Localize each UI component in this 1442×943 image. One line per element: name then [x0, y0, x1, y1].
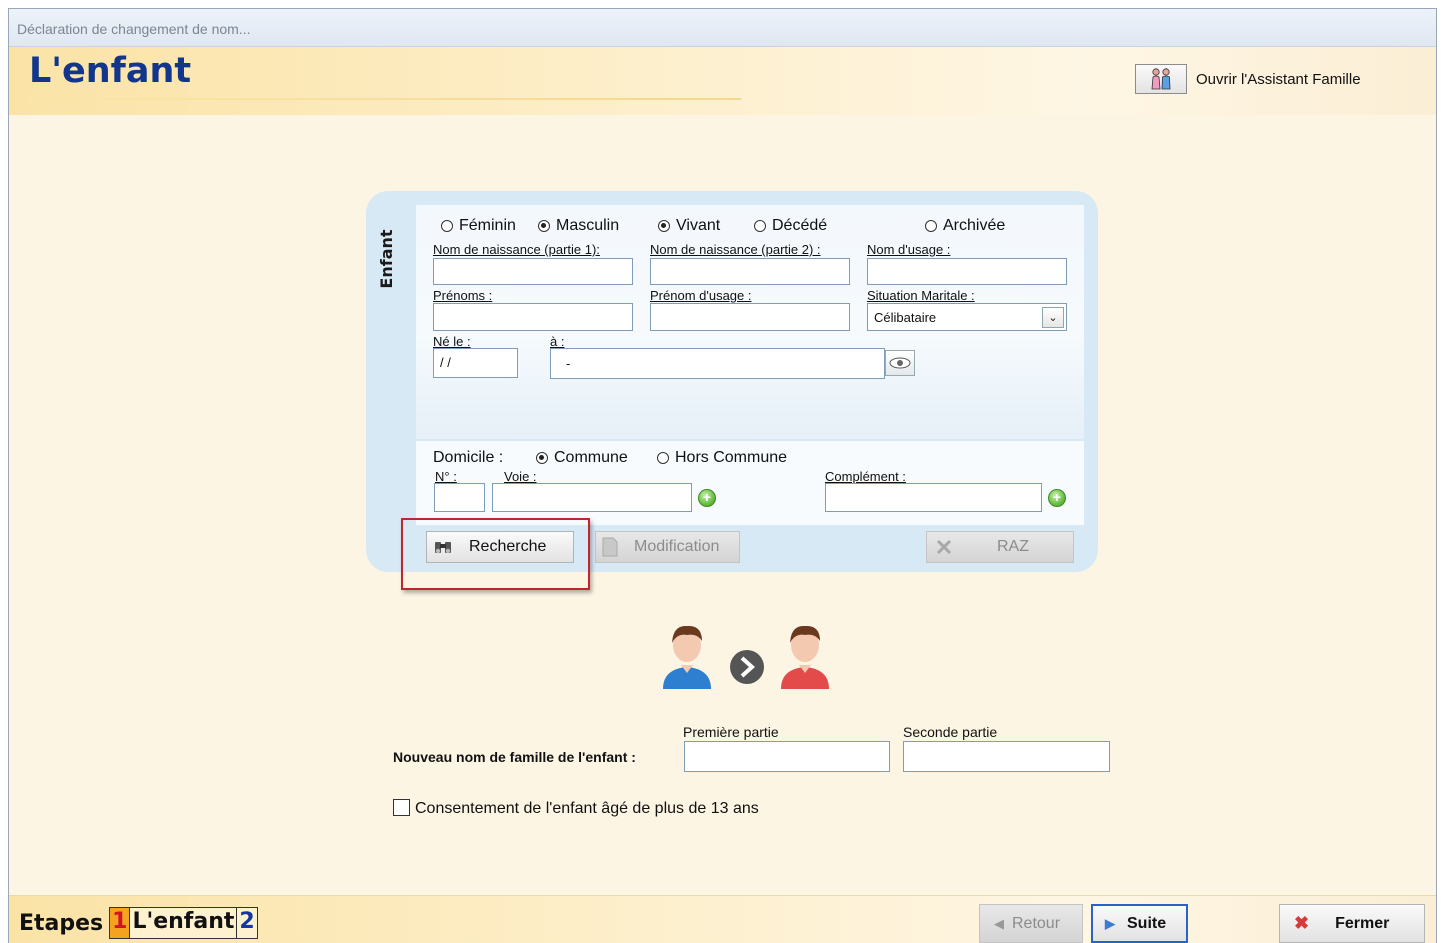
steps-indicator: Etapes 1 L'enfant 2	[19, 907, 258, 939]
radio-label: Masculin	[556, 217, 620, 234]
steps-label: Etapes	[19, 910, 104, 936]
situation-maritale-value: Célibataire	[874, 310, 937, 325]
step-current-name: L'enfant	[130, 907, 238, 939]
radio-label: Archivée	[943, 217, 1006, 234]
person-red-icon	[781, 625, 829, 689]
radio-feminin[interactable]: Féminin	[441, 217, 516, 235]
complement-input[interactable]	[825, 483, 1042, 512]
family-assistant-label[interactable]: Ouvrir l'Assistant Famille	[1196, 71, 1361, 88]
consent-label[interactable]: Consentement de l'enfant âgé de plus de …	[415, 800, 759, 818]
fermer-button[interactable]: ✖ Fermer	[1279, 904, 1425, 943]
radio-label: Féminin	[459, 217, 516, 234]
radio-vivant[interactable]: Vivant	[658, 217, 720, 235]
nom-naissance-2-input[interactable]	[650, 258, 850, 285]
page-title: L'enfant	[29, 51, 192, 91]
label-prenoms: Prénoms :	[433, 288, 493, 303]
label-numero: N° :	[435, 469, 457, 484]
label-nom-naissance-1: Nom de naissance (partie 1):	[433, 242, 600, 257]
step-current-number: 1	[109, 907, 131, 939]
name-change-graphic	[663, 625, 829, 689]
radio-hors-commune[interactable]: Hors Commune	[657, 449, 787, 467]
modification-button[interactable]: Modification	[595, 531, 740, 563]
radio-circle	[441, 220, 453, 232]
next-arrow-icon: ▶	[1105, 915, 1115, 931]
street-input[interactable]	[492, 483, 692, 512]
eye-icon[interactable]	[885, 350, 915, 376]
label-first-part: Première partie	[683, 724, 779, 740]
chevron-down-icon[interactable]: ⌄	[1042, 307, 1064, 328]
step-next-number[interactable]: 2	[237, 907, 258, 939]
new-name-second-part-input[interactable]	[903, 741, 1110, 772]
radio-archivee[interactable]: Archivée	[925, 217, 1005, 235]
window-title: Déclaration de changement de nom...	[17, 21, 251, 37]
raz-button[interactable]: RAZ	[926, 531, 1074, 563]
radio-masculin[interactable]: Masculin	[538, 217, 619, 235]
radio-label: Commune	[554, 449, 628, 466]
family-icon	[1151, 68, 1171, 90]
section-label-enfant: Enfant	[377, 229, 396, 289]
modification-label: Modification	[634, 538, 720, 555]
label-second-part: Seconde partie	[903, 724, 998, 740]
label-nom-usage: Nom d'usage :	[867, 242, 951, 257]
label-ne-le: Né le :	[433, 334, 471, 349]
consent-checkbox[interactable]	[393, 799, 410, 816]
suite-button[interactable]: ▶ Suite	[1091, 904, 1188, 943]
radio-decede[interactable]: Décédé	[754, 217, 827, 235]
label-complement: Complément :	[825, 469, 906, 484]
footer-bar: Etapes 1 L'enfant 2 ◀ Retour ▶ Suite ✖ F…	[9, 895, 1436, 943]
birth-date-input[interactable]: / /	[433, 348, 518, 378]
close-icon: ✖	[1294, 913, 1310, 933]
retour-label: Retour	[1012, 914, 1061, 932]
birth-place-input[interactable]: -	[550, 348, 885, 379]
fermer-label: Fermer	[1335, 914, 1390, 932]
radio-circle	[657, 452, 669, 464]
prenoms-input[interactable]	[433, 303, 633, 331]
title-bar: Déclaration de changement de nom...	[9, 9, 1436, 47]
prenom-usage-input[interactable]	[650, 303, 850, 331]
back-arrow-icon: ◀	[994, 915, 1004, 931]
retour-button[interactable]: ◀ Retour	[979, 904, 1083, 943]
clear-x-icon	[936, 539, 952, 555]
document-icon	[602, 537, 618, 557]
arrow-right-icon	[730, 650, 764, 684]
situation-maritale-select[interactable]: Célibataire ⌄	[867, 303, 1067, 331]
label-voie: Voie :	[504, 469, 537, 484]
nom-usage-input[interactable]	[867, 258, 1067, 285]
label-new-family-name: Nouveau nom de famille de l'enfant :	[393, 749, 636, 765]
radio-label: Hors Commune	[675, 449, 788, 466]
label-situation-maritale: Situation Maritale :	[867, 288, 975, 303]
highlight-box	[401, 518, 590, 590]
radio-label: Vivant	[676, 217, 721, 234]
add-street-icon[interactable]: +	[695, 486, 719, 510]
person-blue-icon	[663, 625, 711, 689]
new-name-first-part-input[interactable]	[684, 741, 890, 772]
label-nom-naissance-2: Nom de naissance (partie 2) :	[650, 242, 821, 257]
add-complement-icon[interactable]: +	[1045, 486, 1069, 510]
street-number-input[interactable]	[434, 483, 485, 512]
radio-label: Décédé	[772, 217, 828, 234]
label-domicile: Domicile :	[433, 449, 504, 466]
radio-commune[interactable]: Commune	[536, 449, 628, 467]
title-underline	[27, 98, 741, 100]
radio-circle	[536, 452, 548, 464]
raz-label: RAZ	[997, 538, 1029, 555]
nom-naissance-1-input[interactable]	[433, 258, 633, 285]
radio-circle	[925, 220, 937, 232]
label-prenom-usage: Prénom d'usage :	[650, 288, 752, 303]
suite-label: Suite	[1127, 914, 1167, 932]
label-lieu-naissance: à :	[550, 334, 565, 349]
page-header: L'enfant Ouvrir l'Assistant Famille	[9, 47, 1436, 115]
family-assistant-button[interactable]	[1135, 64, 1187, 94]
radio-circle	[658, 220, 670, 232]
radio-circle	[754, 220, 766, 232]
radio-circle	[538, 220, 550, 232]
main-window: Déclaration de changement de nom... L'en…	[8, 8, 1437, 943]
